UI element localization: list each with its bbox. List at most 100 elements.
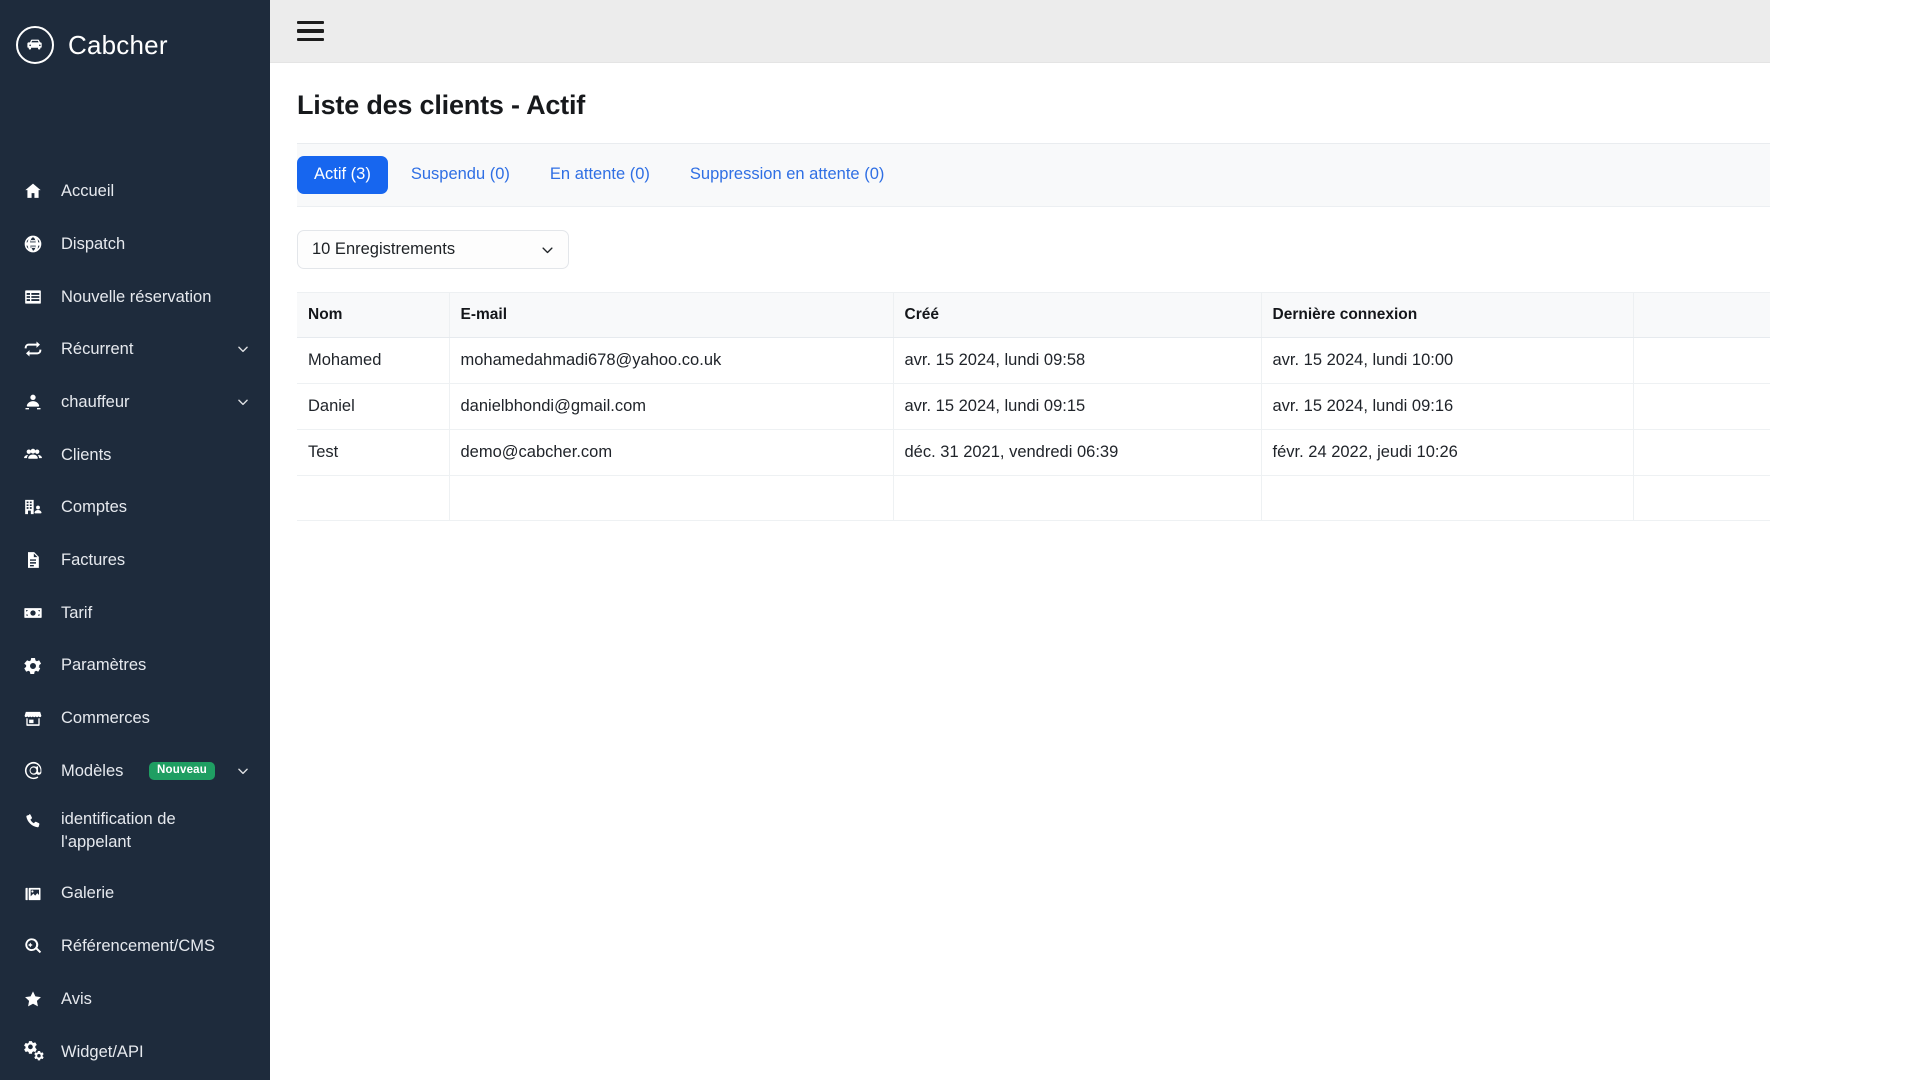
gear-icon (22, 655, 44, 677)
chevron-down-icon[interactable] (540, 242, 555, 257)
globe-icon (22, 233, 44, 255)
driver-person-icon (22, 391, 44, 413)
sidebar-item-tarif[interactable]: Tarif (0, 587, 270, 640)
sidebar-item-label: Factures (61, 551, 126, 570)
sidebar-item-label: Tarif (61, 603, 93, 622)
sidebar-item-label: Accueil (61, 182, 115, 201)
sidebar-item-recurrent[interactable]: Récurrent (0, 323, 270, 376)
invoice-document-icon (22, 549, 44, 571)
users-group-icon (22, 444, 44, 466)
sidebar-item-comptes[interactable]: Comptes (0, 481, 270, 534)
sidebar-item-label: chauffeur (61, 392, 130, 411)
sidebar-item-label: Avis (61, 989, 92, 1008)
sidebar-item-label: Galerie (61, 884, 115, 903)
table-head: Nom E-mail Créé Dernière connexion (297, 292, 1840, 338)
cell-cree: déc. 31 2021, vendredi 06:39 (893, 429, 1262, 476)
sidebar-item-factures[interactable]: Factures (0, 534, 270, 587)
column-header-cree[interactable]: Créé (893, 292, 1262, 338)
sidebar-item-modeles[interactable]: Modèles Nouveau (0, 745, 270, 798)
sidebar-item-label: Paramètres (61, 656, 147, 675)
sidebar-item-label: Nouvelle réservation (61, 287, 212, 306)
cell-nom: Daniel (297, 383, 450, 430)
at-sign-icon (22, 760, 44, 782)
column-header-email[interactable]: E-mail (449, 292, 894, 338)
column-header-nom[interactable]: Nom (297, 292, 450, 338)
search-magnifier-icon (22, 935, 44, 957)
page-title: Liste des clients - Actif (297, 90, 586, 120)
page-container: Liste des clients - Actif Actif (3) Susp… (270, 63, 1840, 521)
tab-suppression-en-attente[interactable]: Suppression en attente (0) (673, 156, 901, 194)
tab-actif[interactable]: Actif (3) (297, 156, 388, 194)
sidebar-item-widget-api[interactable]: Widget/API (0, 1025, 270, 1078)
gears-icon (22, 1041, 44, 1063)
records-per-page-value: 10 Enregistrements (312, 240, 456, 258)
app-root: Cabcher Accueil Dispatch Nouvelle réserv… (0, 0, 1920, 1080)
sidebar-item-parametres[interactable]: Paramètres (0, 639, 270, 692)
sidebar-item-accueil[interactable]: Accueil (0, 165, 270, 218)
records-per-page-select[interactable]: 10 Enregistrements (297, 230, 569, 269)
spacer-cell (297, 475, 450, 521)
home-icon (22, 180, 44, 202)
cell-derniere-connexion: avr. 15 2024, lundi 09:16 (1261, 383, 1634, 430)
sidebar-item-label: Clients (61, 445, 112, 464)
sidebar-item-commerces[interactable]: Commerces (0, 692, 270, 745)
sidebar-item-chauffeur[interactable]: chauffeur (0, 376, 270, 429)
sidebar-item-label: Comptes (61, 498, 128, 517)
chevron-down-icon[interactable] (236, 395, 250, 409)
cell-cree: avr. 15 2024, lundi 09:58 (893, 337, 1262, 384)
sidebar-item-label: Référencement/CMS (61, 937, 216, 956)
clients-table-container: Nom E-mail Créé Dernière connexion Moham… (297, 292, 1840, 521)
table-header-row: Nom E-mail Créé Dernière connexion (297, 292, 1840, 338)
spacer-cell (449, 475, 894, 521)
topbar (270, 0, 1920, 63)
star-icon (22, 988, 44, 1010)
sidebar-item-clients[interactable]: Clients (0, 428, 270, 481)
brand[interactable]: Cabcher (0, 0, 270, 68)
table-row[interactable]: Daniel danielbhondi@gmail.com avr. 15 20… (297, 383, 1840, 430)
main-content: Liste des clients - Actif Actif (3) Susp… (270, 0, 1920, 1080)
sidebar-item-galerie[interactable]: Galerie (0, 867, 270, 920)
hamburger-menu-icon[interactable] (297, 20, 324, 42)
sidebar-item-label: Modèles (61, 761, 124, 780)
brand-name: Cabcher (68, 29, 168, 60)
sidebar-item-avis[interactable]: Avis (0, 973, 270, 1026)
tab-suspendu[interactable]: Suspendu (0) (394, 156, 527, 194)
sidebar-item-nouvelle-reservation[interactable]: Nouvelle réservation (0, 270, 270, 323)
tab-en-attente[interactable]: En attente (0) (533, 156, 667, 194)
table-grid-icon (22, 286, 44, 308)
cell-email: mohamedahmadi678@yahoo.co.uk (449, 337, 894, 384)
sidebar-item-label: Widget/API (61, 1042, 144, 1061)
cell-cree: avr. 15 2024, lundi 09:15 (893, 383, 1262, 430)
cell-email: danielbhondi@gmail.com (449, 383, 894, 430)
taxi-car-circle-icon (16, 26, 54, 64)
sidebar-item-dispatch[interactable]: Dispatch (0, 218, 270, 271)
table-footer-spacer (297, 475, 1840, 521)
sidebar-item-identification-appelant[interactable]: identification de l'appelant (0, 797, 270, 867)
right-gutter (1770, 0, 1920, 1080)
status-tabs: Actif (3) Suspendu (0) En attente (0) Su… (297, 144, 1840, 207)
sidebar-item-referencement-cms[interactable]: Référencement/CMS (0, 920, 270, 973)
image-gallery-icon (22, 883, 44, 905)
table-row[interactable]: Test demo@cabcher.com déc. 31 2021, vend… (297, 429, 1840, 476)
status-badge-nouveau: Nouveau (149, 761, 215, 781)
table-body: Mohamed mohamedahmadi678@yahoo.co.uk avr… (297, 337, 1840, 521)
cell-nom: Test (297, 429, 450, 476)
sidebar-item-label: Commerces (61, 709, 150, 728)
cell-nom: Mohamed (297, 337, 450, 384)
sidebar-item-label: identification de l'appelant (61, 810, 176, 851)
chevron-down-icon[interactable] (236, 342, 250, 356)
spacer-cell (893, 475, 1262, 521)
cell-derniere-connexion: avr. 15 2024, lundi 10:00 (1261, 337, 1634, 384)
table-row[interactable]: Mohamed mohamedahmadi678@yahoo.co.uk avr… (297, 337, 1840, 384)
cell-derniere-connexion: févr. 24 2022, jeudi 10:26 (1261, 429, 1634, 476)
repeat-arrows-icon (22, 338, 44, 360)
sidebar-item-label: Récurrent (61, 340, 134, 359)
column-header-derniere-connexion[interactable]: Dernière connexion (1261, 292, 1634, 338)
money-bill-icon (22, 602, 44, 624)
sidebar-nav: Accueil Dispatch Nouvelle réservation Ré… (0, 165, 270, 1078)
phone-icon (22, 810, 44, 832)
chevron-down-icon[interactable] (236, 764, 250, 778)
sidebar: Cabcher Accueil Dispatch Nouvelle réserv… (0, 0, 270, 1080)
spacer-cell (1261, 475, 1634, 521)
clients-table: Nom E-mail Créé Dernière connexion Moham… (297, 292, 1840, 521)
